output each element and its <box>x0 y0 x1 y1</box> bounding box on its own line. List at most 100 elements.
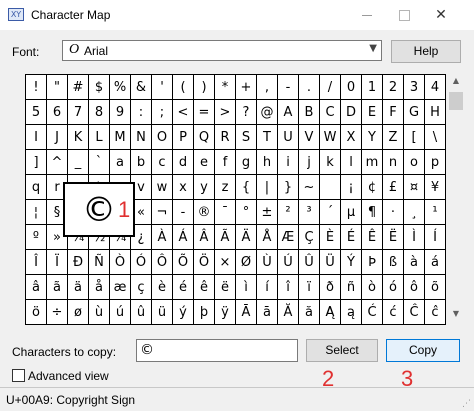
character-cell[interactable]: é <box>172 274 193 299</box>
character-cell[interactable]: ä <box>67 274 88 299</box>
character-cell[interactable]: ü <box>151 299 172 324</box>
character-cell[interactable]: h <box>256 149 277 174</box>
character-cell[interactable]: D <box>340 99 361 124</box>
character-cell[interactable]: f <box>214 149 235 174</box>
character-cell[interactable]: ñ <box>340 274 361 299</box>
character-cell[interactable]: ° <box>235 199 256 224</box>
character-cell[interactable]: æ <box>109 274 130 299</box>
character-cell[interactable]: ô <box>403 274 424 299</box>
character-cell[interactable]: Ó <box>130 249 151 274</box>
character-cell[interactable]: Ø <box>235 249 256 274</box>
character-cell[interactable]: à <box>403 249 424 274</box>
character-cell[interactable]: S <box>235 124 256 149</box>
character-cell[interactable]: Ă <box>277 299 298 324</box>
character-cell[interactable]: £ <box>382 174 403 199</box>
character-cell[interactable]: ¤ <box>403 174 424 199</box>
character-cell[interactable]: g <box>235 149 256 174</box>
character-cell[interactable]: I <box>25 124 46 149</box>
character-cell[interactable]: Í <box>424 224 445 249</box>
character-cell[interactable]: Æ <box>277 224 298 249</box>
character-cell[interactable]: ß <box>382 249 403 274</box>
character-cell[interactable]: - <box>277 74 298 99</box>
character-cell[interactable]: ¯ <box>214 199 235 224</box>
character-cell[interactable]: O <box>151 124 172 149</box>
character-cell[interactable]: m <box>361 149 382 174</box>
character-cell[interactable]: ¶ <box>361 199 382 224</box>
character-cell[interactable]: × <box>214 249 235 274</box>
character-cell[interactable]: Ê <box>361 224 382 249</box>
character-cell[interactable]: e <box>193 149 214 174</box>
character-cell[interactable]: 5 <box>25 99 46 124</box>
character-cell[interactable]: ¢ <box>361 174 382 199</box>
character-cell[interactable]: ¸ <box>403 199 424 224</box>
character-cell[interactable]: Q <box>193 124 214 149</box>
character-cell[interactable]: " <box>46 74 67 99</box>
character-cell[interactable]: ë <box>214 274 235 299</box>
character-cell[interactable]: i <box>277 149 298 174</box>
character-cell[interactable]: _ <box>67 149 88 174</box>
character-cell[interactable]: ~ <box>298 174 319 199</box>
character-cell[interactable]: ö <box>25 299 46 324</box>
character-cell[interactable]: / <box>319 74 340 99</box>
character-cell[interactable]: Â <box>193 224 214 249</box>
character-cell[interactable]: N <box>130 124 151 149</box>
character-cell[interactable]: · <box>382 199 403 224</box>
character-cell[interactable]: Ą <box>319 299 340 324</box>
character-cell[interactable]: ¡ <box>340 174 361 199</box>
character-cell[interactable]: # <box>67 74 88 99</box>
character-cell[interactable]: þ <box>193 299 214 324</box>
character-cell[interactable]: l <box>340 149 361 174</box>
character-cell[interactable]: ¥ <box>424 174 445 199</box>
character-cell[interactable]: k <box>319 149 340 174</box>
character-cell[interactable]: ± <box>256 199 277 224</box>
scrollbar-thumb[interactable] <box>449 92 463 110</box>
character-cell[interactable]: \ <box>424 124 445 149</box>
character-cell[interactable]: ² <box>277 199 298 224</box>
character-cell[interactable]: Ð <box>67 249 88 274</box>
character-cell[interactable]: ø <box>67 299 88 324</box>
character-cell[interactable]: ê <box>193 274 214 299</box>
character-cell[interactable]: < <box>172 99 193 124</box>
character-cell[interactable]: Ä <box>235 224 256 249</box>
character-cell[interactable]: ' <box>151 74 172 99</box>
character-cell[interactable]: Ù <box>256 249 277 274</box>
character-cell[interactable]: Ñ <box>88 249 109 274</box>
font-dropdown[interactable]: Ο Arial ▼ <box>62 40 382 61</box>
character-cell[interactable]: C <box>319 99 340 124</box>
character-cell[interactable]: U <box>277 124 298 149</box>
character-cell[interactable]: ? <box>235 99 256 124</box>
character-cell[interactable]: á <box>424 249 445 274</box>
character-cell[interactable]: W <box>319 124 340 149</box>
character-cell[interactable]: ć <box>382 299 403 324</box>
character-cell[interactable]: o <box>403 149 424 174</box>
character-cell[interactable]: X <box>340 124 361 149</box>
character-cell[interactable]: É <box>340 224 361 249</box>
character-cell[interactable]: Ĉ <box>403 299 424 324</box>
character-cell[interactable]: í <box>256 274 277 299</box>
character-cell[interactable]: M <box>109 124 130 149</box>
character-cell[interactable]: Û <box>298 249 319 274</box>
character-cell[interactable]: x <box>172 174 193 199</box>
character-cell[interactable]: ï <box>298 274 319 299</box>
character-cell[interactable]: y <box>193 174 214 199</box>
character-cell[interactable]: & <box>130 74 151 99</box>
character-cell[interactable]: 1 <box>361 74 382 99</box>
character-cell[interactable]: ò <box>361 274 382 299</box>
help-button[interactable]: Help <box>391 40 461 63</box>
vertical-scrollbar[interactable]: ▲ ▼ <box>447 74 465 325</box>
character-cell[interactable]: Y <box>361 124 382 149</box>
character-cell[interactable]: ÿ <box>214 299 235 324</box>
character-cell[interactable]: % <box>109 74 130 99</box>
character-cell[interactable]: F <box>382 99 403 124</box>
character-cell[interactable]: î <box>277 274 298 299</box>
character-cell[interactable]: Á <box>172 224 193 249</box>
character-cell[interactable]: . <box>298 74 319 99</box>
character-cell[interactable]: ó <box>382 274 403 299</box>
character-cell[interactable]: å <box>88 274 109 299</box>
character-cell[interactable]: 3 <box>403 74 424 99</box>
character-cell[interactable]: ÷ <box>46 299 67 324</box>
character-cell[interactable]: Ã <box>214 224 235 249</box>
character-cell[interactable]: ĉ <box>424 299 445 324</box>
character-cell[interactable]: Ò <box>109 249 130 274</box>
character-cell[interactable]: Ô <box>151 249 172 274</box>
